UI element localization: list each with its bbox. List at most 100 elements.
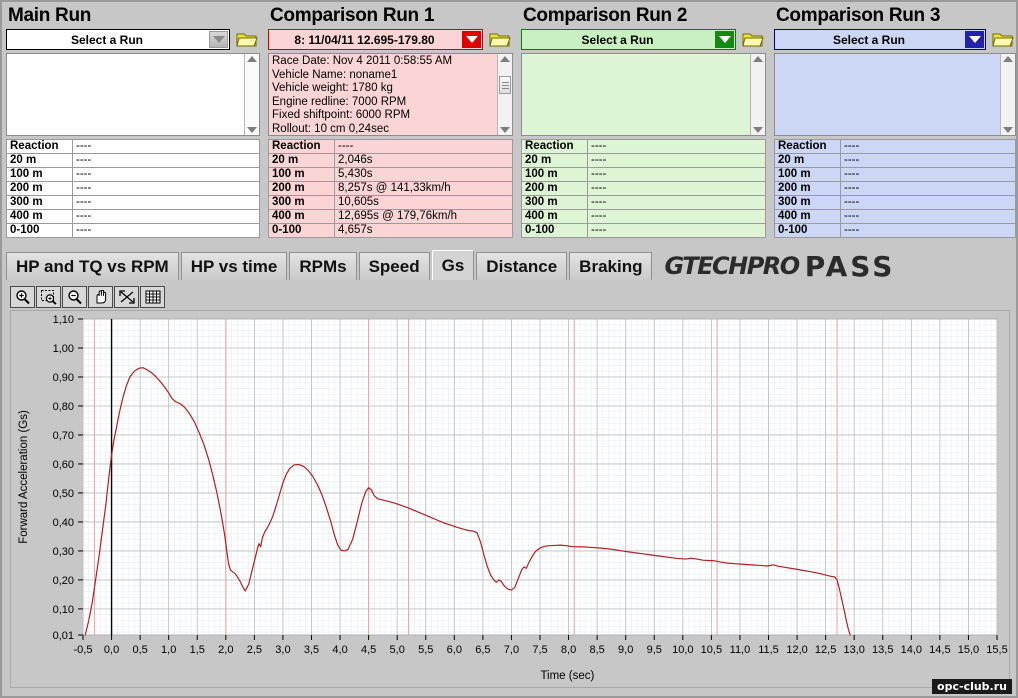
y-tick-label: 0,30 [53, 546, 74, 558]
table-row: 400 m12,695s @ 179,76km/h [269, 210, 513, 224]
info-scrollbar-main[interactable] [244, 54, 259, 135]
stats-table-c2: Reaction----20 m----100 m----200 m----30… [521, 139, 766, 238]
run-info-line: Vehicle weight: 1780 kg [272, 82, 494, 96]
table-row: 20 m---- [7, 154, 260, 168]
run-select-value-c2: Select a Run [522, 33, 735, 47]
tab-rpms[interactable]: RPMs [289, 252, 356, 280]
run-select-combo-c2[interactable]: Select a Run [521, 29, 736, 50]
stat-label: Reaction [269, 140, 335, 154]
panel-title-comparison-run-3: Comparison Run 3 [776, 5, 1016, 27]
run-panels-row: Main Run Select a Run [2, 2, 1018, 248]
stat-label: 20 m [7, 154, 73, 168]
open-file-button-main[interactable] [234, 29, 260, 50]
scroll-down-icon[interactable] [753, 127, 763, 133]
tab-hp-vs-time[interactable]: HP vs time [181, 252, 288, 280]
stat-value: ---- [73, 224, 260, 238]
table-row: Reaction---- [7, 140, 260, 154]
x-tick-label: 1,0 [161, 644, 176, 656]
table-row: 20 m---- [522, 154, 766, 168]
table-row: 100 m5,430s [269, 168, 513, 182]
run-info-text-c3 [775, 54, 1000, 135]
x-tick-label: 11,0 [730, 644, 751, 656]
chevron-down-icon[interactable] [209, 31, 228, 48]
x-tick-label: 4,5 [361, 644, 376, 656]
info-scrollbar-c1[interactable] [497, 54, 512, 135]
open-file-button-c3[interactable] [990, 29, 1016, 50]
scroll-down-icon[interactable] [247, 127, 257, 133]
run-info-line: Engine redline: 7000 RPM [272, 96, 494, 110]
scroll-down-icon[interactable] [1003, 127, 1013, 133]
info-scrollbar-c2[interactable] [750, 54, 765, 135]
pan-hand-icon [92, 289, 110, 305]
x-tick-label: 8,0 [561, 644, 576, 656]
fit-expand-icon [118, 289, 136, 305]
gs-plot[interactable]: 0,010,100,200,300,400,500,600,700,800,90… [11, 311, 1009, 687]
scroll-up-icon[interactable] [500, 56, 510, 62]
grid-button[interactable] [140, 286, 165, 308]
chevron-down-icon[interactable] [715, 31, 734, 48]
run-select-combo-c1[interactable]: 8: 11/04/11 12.695-179.80 [268, 29, 483, 50]
x-tick-label: 15,5 [986, 644, 1007, 656]
stat-value: ---- [588, 182, 766, 196]
stat-label: 100 m [775, 168, 841, 182]
chevron-down-icon[interactable] [462, 31, 481, 48]
x-tick-label: -0,5 [74, 644, 93, 656]
x-tick-label: 12,5 [815, 644, 836, 656]
stat-label: 100 m [522, 168, 588, 182]
pan-button[interactable] [88, 286, 113, 308]
folder-open-icon [742, 32, 764, 48]
tab-hp-and-tq-vs-rpm[interactable]: HP and TQ vs RPM [6, 252, 179, 280]
fit-button[interactable] [114, 286, 139, 308]
x-tick-label: 7,5 [532, 644, 547, 656]
scroll-up-icon[interactable] [247, 56, 257, 62]
panel-title-comparison-run-1: Comparison Run 1 [270, 5, 513, 27]
folder-open-icon [489, 32, 511, 48]
stat-label: 100 m [7, 168, 73, 182]
tab-braking[interactable]: Braking [569, 252, 652, 280]
open-file-button-c1[interactable] [487, 29, 513, 50]
x-tick-label: 15,0 [958, 644, 979, 656]
chevron-down-icon[interactable] [965, 31, 984, 48]
stat-value: ---- [73, 168, 260, 182]
open-file-button-c2[interactable] [740, 29, 766, 50]
x-tick-label: 13,0 [843, 644, 864, 656]
stat-value: ---- [73, 182, 260, 196]
zoom-box-button[interactable] [36, 286, 61, 308]
zoom-in-button[interactable] [10, 286, 35, 308]
gtech-pro-logo: GTECHPROPASS [664, 252, 895, 280]
stat-label: 0-100 [775, 224, 841, 238]
table-row: Reaction---- [522, 140, 766, 154]
gs-chart-container[interactable]: 0,010,100,200,300,400,500,600,700,800,90… [10, 310, 1010, 688]
run-info-box-c1: Race Date: Nov 4 2011 0:58:55 AMVehicle … [268, 53, 513, 136]
scroll-up-icon[interactable] [1003, 56, 1013, 62]
x-tick-label: 14,5 [929, 644, 950, 656]
run-select-value-c3: Select a Run [775, 33, 985, 47]
stat-label: 300 m [522, 196, 588, 210]
x-tick-label: 1,5 [190, 644, 205, 656]
panel-main-run: Main Run Select a Run [2, 2, 264, 248]
run-info-line: Vehicle Name: noname1 [272, 69, 494, 83]
run-select-combo-c3[interactable]: Select a Run [774, 29, 986, 50]
zoom-out-button[interactable] [62, 286, 87, 308]
table-row: 300 m---- [775, 196, 1016, 210]
tab-gs[interactable]: Gs [432, 250, 475, 280]
run-select-combo-main[interactable]: Select a Run [6, 29, 230, 50]
run-selector-row-c1: 8: 11/04/11 12.695-179.80 [268, 29, 513, 50]
stat-value: ---- [588, 196, 766, 210]
tab-distance[interactable]: Distance [476, 252, 567, 280]
scroll-up-icon[interactable] [753, 56, 763, 62]
run-info-line: Rollout: 10 cm 0,24sec [272, 123, 494, 135]
stat-value: 5,430s [335, 168, 513, 182]
stat-label: 200 m [269, 182, 335, 196]
scroll-down-icon[interactable] [500, 127, 510, 133]
tab-speed[interactable]: Speed [359, 252, 430, 280]
grid-toggle-icon [144, 289, 162, 305]
stats-body-main: Reaction----20 m----100 m----200 m----30… [7, 140, 260, 238]
panel-comparison-run-2: Comparison Run 2 Select a Run [517, 2, 770, 248]
run-selector-row-c3: Select a Run [774, 29, 1016, 50]
info-scrollbar-c3[interactable] [1000, 54, 1015, 135]
table-row: 200 m---- [7, 182, 260, 196]
scrollbar-thumb[interactable] [499, 76, 511, 94]
table-row: 400 m---- [7, 210, 260, 224]
stat-value: ---- [841, 182, 1016, 196]
